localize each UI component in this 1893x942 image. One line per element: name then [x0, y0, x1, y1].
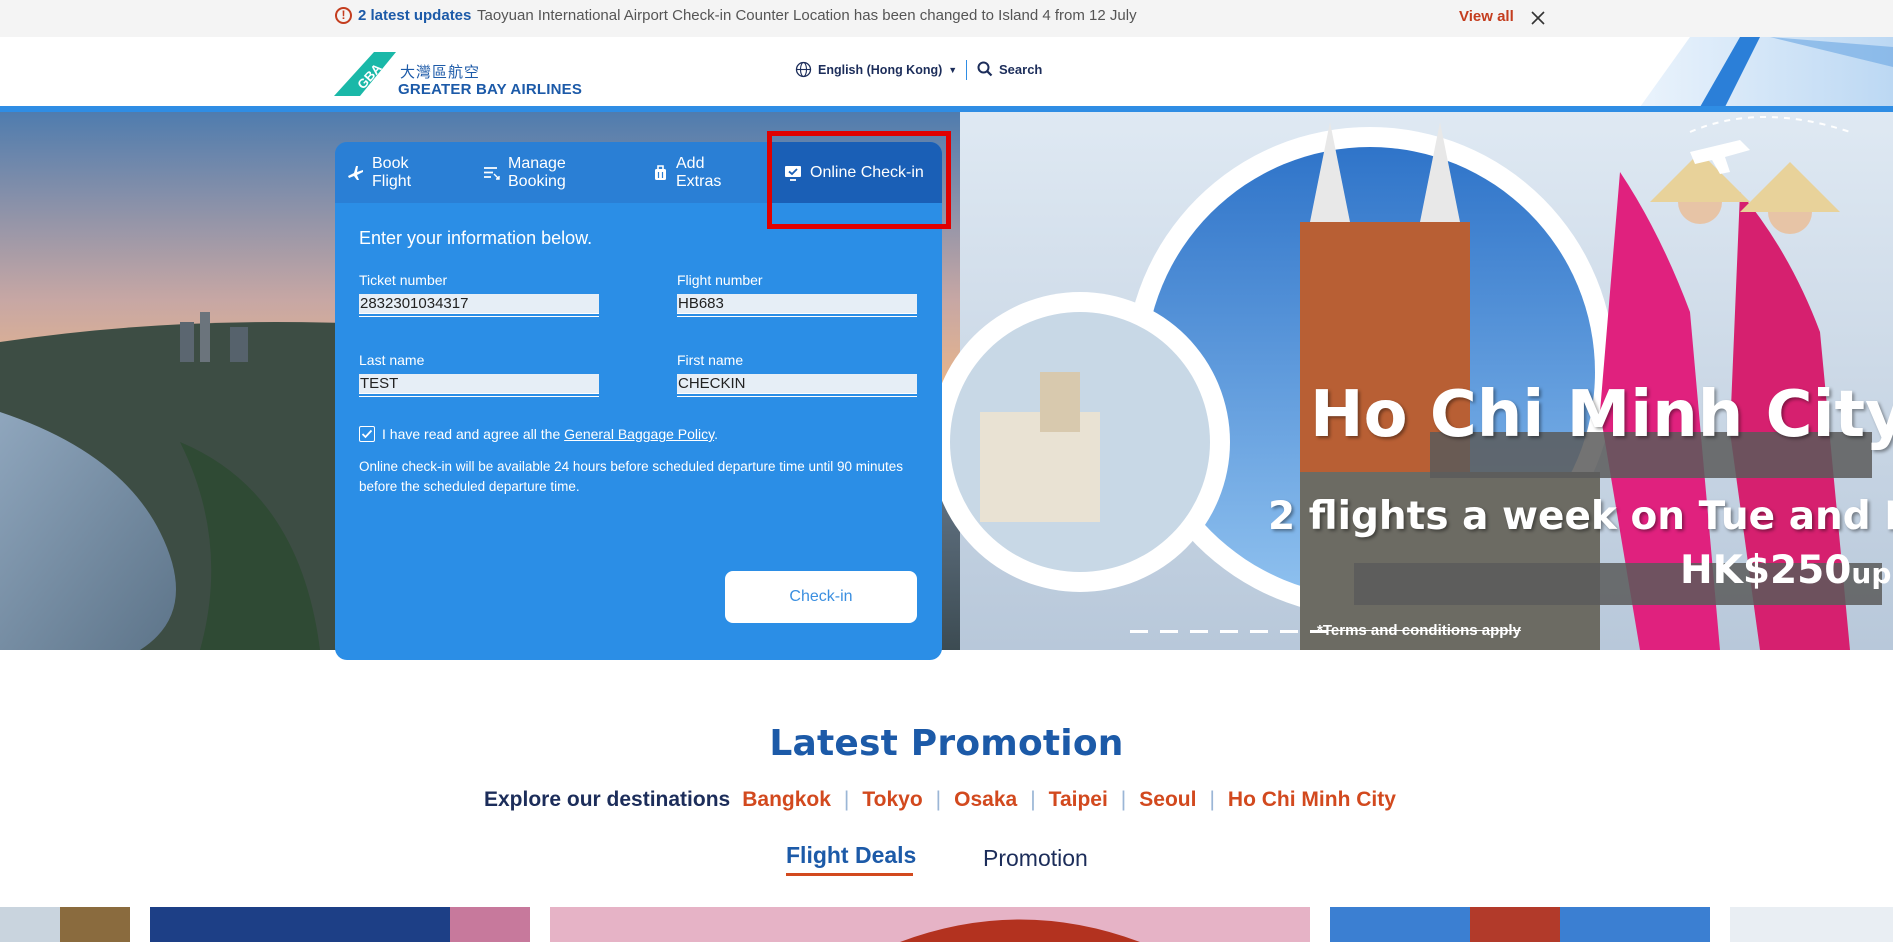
promotion-title: Latest Promotion	[769, 723, 1124, 764]
logo-chinese: 大灣區航空	[400, 63, 481, 81]
carousel-indicators[interactable]	[1130, 630, 1328, 633]
header-divider	[966, 60, 967, 80]
destination-bangkok[interactable]: Bangkok	[742, 788, 831, 812]
carousel-dot[interactable]	[1250, 630, 1268, 633]
view-all-link[interactable]: View all	[1459, 8, 1514, 25]
divider: |	[843, 788, 850, 811]
airline-logo[interactable]: GBA 大灣區航空 GREATER BAY AIRLINES	[334, 50, 584, 98]
chevron-down-icon: ▼	[948, 64, 958, 75]
last-name-field: Last name	[359, 352, 599, 397]
tab-label: Book Flight	[372, 154, 412, 190]
baggage-policy-agreement: I have read and agree all the General Ba…	[359, 426, 718, 442]
gba-tail-icon: GBA	[334, 52, 396, 96]
carousel-dot[interactable]	[1130, 630, 1148, 633]
search-label: Search	[999, 61, 1043, 77]
list-icon	[484, 167, 500, 180]
search-button[interactable]: Search	[977, 61, 1042, 77]
search-icon	[977, 61, 993, 77]
active-tab-underline	[786, 873, 913, 876]
first-name-input[interactable]	[677, 374, 917, 394]
carousel-dot[interactable]	[1160, 630, 1178, 633]
divider: |	[935, 788, 942, 811]
carousel-dot[interactable]	[1280, 630, 1298, 633]
logo-english: GREATER BAY AIRLINES	[398, 81, 583, 98]
close-icon[interactable]	[1528, 8, 1548, 28]
language-selector[interactable]: English (Hong Kong) ▼	[795, 61, 957, 78]
tab-book-flight[interactable]: Book Flight	[335, 142, 463, 203]
first-name-label: First name	[677, 352, 744, 368]
explore-label: Explore our destinations	[484, 788, 731, 811]
destination-tokyo[interactable]: Tokyo	[862, 788, 922, 812]
carousel-dot[interactable]	[1220, 630, 1238, 633]
carousel-dot[interactable]	[1190, 630, 1208, 633]
divider: |	[1030, 788, 1036, 811]
checkmark-icon	[361, 429, 373, 439]
flight-number-field: Flight number	[677, 272, 917, 317]
destination-seoul[interactable]: Seoul	[1139, 788, 1196, 812]
last-name-input[interactable]	[359, 374, 599, 394]
last-name-label: Last name	[359, 352, 425, 368]
language-label: English (Hong Kong)	[818, 62, 943, 77]
tab-flight-deals[interactable]: Flight Deals	[786, 842, 916, 869]
divider: |	[1120, 788, 1127, 811]
globe-icon	[795, 61, 812, 78]
destination-taipei[interactable]: Taipei	[1049, 788, 1108, 812]
destination-ho-chi-minh-city[interactable]: Ho Chi Minh City	[1228, 788, 1396, 812]
tab-label: Manage Booking	[508, 154, 566, 190]
hero-flights: 2 flights a week on Tue and Fri	[1268, 494, 1893, 539]
tab-promotion[interactable]: Promotion	[983, 845, 1088, 872]
tab-manage-booking[interactable]: Manage Booking	[471, 142, 633, 203]
divider: |	[1209, 788, 1215, 811]
destination-links: Explore our destinations Bangkok | Tokyo…	[484, 788, 1396, 812]
highlight-annotation	[767, 131, 951, 229]
field-underline	[359, 396, 599, 397]
destination-osaka[interactable]: Osaka	[954, 788, 1017, 812]
form-title: Enter your information below.	[359, 228, 593, 248]
ticket-number-label: Ticket number	[359, 272, 448, 288]
agree-text: I have read and agree all the General Ba…	[382, 426, 718, 442]
notice-message[interactable]: Taoyuan International Airport Check-in C…	[477, 7, 1137, 24]
field-underline	[677, 316, 917, 317]
notice-bar: ! 2 latest updates Taoyuan International…	[0, 0, 1893, 37]
baggage-policy-link[interactable]: General Baggage Policy	[564, 426, 714, 442]
agree-checkbox[interactable]	[359, 426, 375, 442]
updates-count[interactable]: 2 latest updates	[358, 7, 471, 24]
header-corner-graphic	[1630, 37, 1893, 107]
flight-number-input[interactable]	[677, 294, 917, 314]
flight-number-label: Flight number	[677, 272, 763, 288]
first-name-field: First name	[677, 352, 917, 397]
hero-city: Ho Chi Minh City	[1310, 378, 1893, 452]
ticket-number-input[interactable]	[359, 294, 599, 314]
alert-icon: !	[335, 7, 352, 24]
tab-label: Add Extras	[676, 154, 722, 190]
hero-price: HK$250up	[1680, 548, 1892, 593]
promotion-card-images[interactable]	[0, 907, 1893, 942]
plane-icon	[348, 166, 363, 180]
tab-add-extras[interactable]: Add Extras	[641, 142, 761, 203]
checkin-availability-note: Online check-in will be available 24 hou…	[359, 459, 904, 494]
field-underline	[359, 316, 599, 317]
hero-terms: *Terms and conditions apply	[1317, 622, 1521, 639]
field-underline	[677, 396, 917, 397]
luggage-icon	[655, 165, 666, 180]
check-in-button[interactable]: Check-in	[725, 571, 917, 623]
ticket-number-field: Ticket number	[359, 272, 599, 317]
